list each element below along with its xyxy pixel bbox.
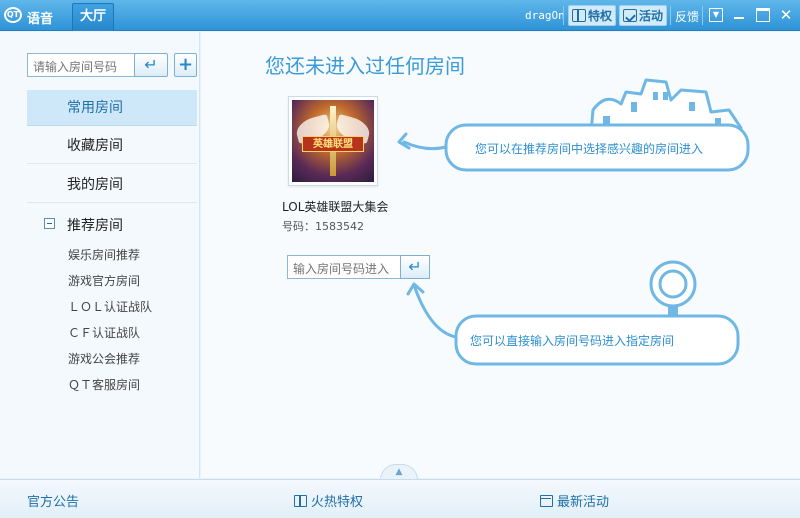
maximize-icon[interactable]: [756, 8, 770, 22]
hot-privileges-label: 火热特权: [311, 495, 364, 510]
calendar-icon: [623, 9, 637, 22]
hot-privileges-link[interactable]: 火热特权: [294, 491, 363, 510]
sidebar-group-label: 推荐房间: [67, 218, 123, 234]
gift-icon: [294, 494, 307, 507]
privilege-label: 特权: [588, 9, 613, 23]
latest-activity-label: 最新活动: [557, 495, 610, 510]
enter-arrow-icon[interactable]: ↵: [400, 255, 430, 279]
room-number-input[interactable]: [287, 255, 401, 279]
sidebar-subitem[interactable]: 游戏公会推荐: [68, 350, 140, 367]
room-search-input[interactable]: [27, 53, 140, 77]
hint-recommend: 您可以在推荐房间中选择感兴趣的房间进入: [475, 142, 704, 156]
calendar-icon: [540, 494, 553, 507]
announcement-label: 官方公告: [27, 495, 80, 510]
sidebar: ↵ + 常用房间 收藏房间 我的房间 推荐房间 娱乐房间推荐 游戏官方房间 ＬＯ…: [0, 32, 200, 478]
sidebar-item-favorites[interactable]: 收藏房间: [27, 128, 197, 164]
tab-voice[interactable]: 语音: [27, 8, 53, 27]
activity-button[interactable]: 活动: [619, 5, 667, 26]
activity-label: 活动: [639, 9, 664, 23]
sidebar-item-frequent[interactable]: 常用房间: [27, 90, 197, 126]
title-bar: QT 语音 大厅 dragOn 特权 活动 反馈 ▼ ✕: [0, 0, 800, 31]
app-logo-icon: QT: [4, 7, 22, 23]
gift-icon: [572, 9, 586, 22]
room-id: 号码：1583542: [282, 220, 364, 233]
sidebar-subitem[interactable]: 游戏官方房间: [68, 272, 140, 289]
game-logo-text: 英雄联盟: [302, 136, 364, 152]
room-name[interactable]: LOL英雄联盟大集会: [282, 198, 388, 215]
menu-icon[interactable]: ▼: [709, 8, 723, 22]
sidebar-subitem[interactable]: ＱＴ客服房间: [68, 376, 140, 393]
collapse-icon[interactable]: [44, 218, 55, 229]
divider: [670, 6, 671, 25]
latest-activity-link[interactable]: 最新活动: [540, 491, 609, 510]
sidebar-subitem[interactable]: 娱乐房间推荐: [68, 246, 140, 263]
divider: [563, 6, 564, 25]
privilege-button[interactable]: 特权: [568, 5, 616, 26]
announcement-link[interactable]: 官方公告: [27, 491, 79, 510]
feedback-link[interactable]: 反馈: [675, 8, 699, 25]
username: dragOn: [525, 9, 565, 22]
plus-icon[interactable]: +: [174, 53, 197, 77]
room-card[interactable]: 英雄联盟: [288, 96, 378, 186]
sidebar-subitem[interactable]: ＬＯＬ认证战队: [68, 298, 152, 315]
room-thumbnail: 英雄联盟: [292, 100, 374, 182]
divider: [702, 6, 703, 25]
minimize-icon[interactable]: [732, 8, 746, 22]
sidebar-subitem[interactable]: ＣＦ认证战队: [68, 324, 140, 341]
footer-bar: 官方公告 火热特权 最新活动: [0, 479, 800, 518]
sidebar-item-my-rooms[interactable]: 我的房间: [27, 167, 197, 203]
main-panel: 您还未进入过任何房间 英雄联盟 LOL英雄联盟大集会 号码：1583542 输入…: [201, 32, 800, 478]
tab-hall[interactable]: 大厅: [72, 3, 114, 31]
enter-arrow-icon[interactable]: ↵: [134, 53, 168, 77]
sidebar-group-recommended[interactable]: 推荐房间: [27, 214, 197, 236]
hint-enter: 您可以直接输入房间号码进入指定房间: [470, 334, 675, 348]
page-title: 您还未进入过任何房间: [265, 54, 465, 78]
close-icon[interactable]: ✕: [779, 8, 793, 23]
